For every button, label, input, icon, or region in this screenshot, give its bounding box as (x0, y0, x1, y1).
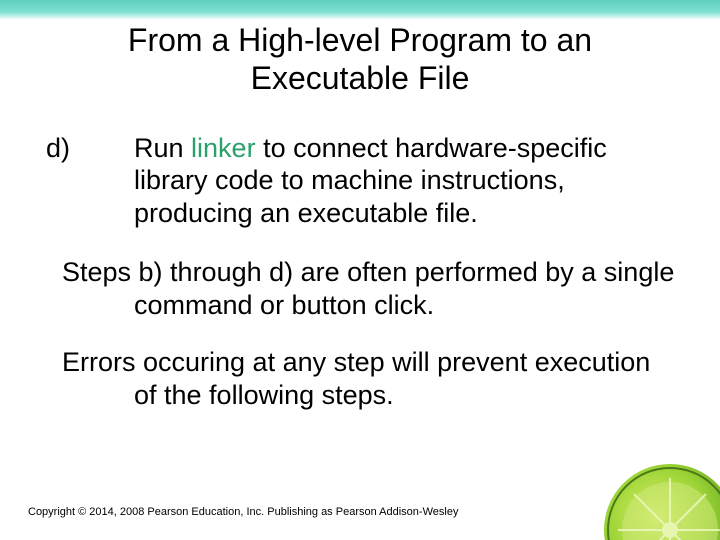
bullet-text-pre: Run (134, 133, 191, 163)
slide-title: From a High-level Program to an Executab… (28, 22, 692, 98)
slide-container: From a High-level Program to an Executab… (0, 0, 720, 540)
paragraph-errors: Errors occuring at any step will prevent… (44, 346, 676, 412)
lime-decoration-icon (600, 460, 720, 540)
copyright-text: Copyright © 2014, 2008 Pearson Education… (28, 506, 458, 518)
bullet-marker: d) (90, 132, 134, 165)
bullet-keyword-linker: linker (191, 133, 256, 163)
slide-body: d)Run linker to connect hardware-specifi… (28, 132, 692, 413)
bullet-d: d)Run linker to connect hardware-specifi… (44, 132, 676, 231)
paragraph-steps: Steps b) through d) are often performed … (44, 256, 676, 322)
